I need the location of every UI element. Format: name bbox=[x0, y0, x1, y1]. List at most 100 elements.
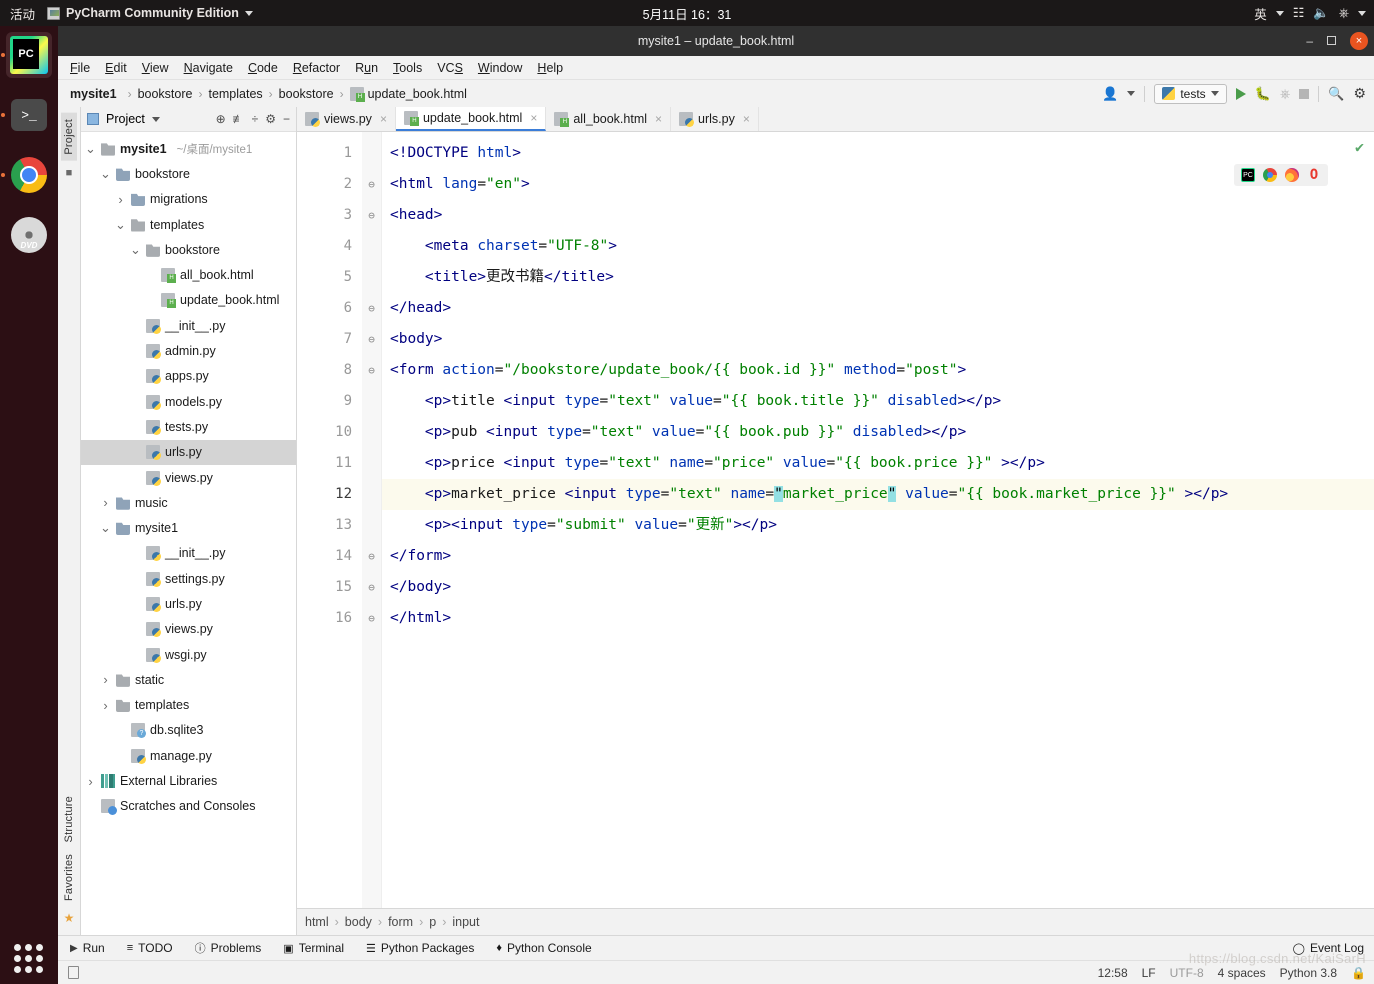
menu-refactor[interactable]: Refactor bbox=[293, 61, 340, 75]
line-separator[interactable]: LF bbox=[1142, 966, 1156, 980]
tree-item-views-py[interactable]: views.py bbox=[81, 465, 296, 490]
run-with-coverage-button[interactable]: ⎈ bbox=[1280, 86, 1290, 102]
chevron-down-icon[interactable] bbox=[151, 116, 160, 122]
settings-gear-icon[interactable]: ⚙ bbox=[1353, 85, 1366, 102]
tree-item-scratches-and-consoles[interactable]: Scratches and Consoles bbox=[81, 794, 296, 819]
run-configuration-selector[interactable]: tests bbox=[1154, 83, 1227, 104]
code-line[interactable]: <p>pub <input type="text" value="{{ book… bbox=[382, 417, 1374, 448]
code-line[interactable]: <form action="/bookstore/update_book/{{ … bbox=[382, 355, 1374, 386]
stop-button[interactable] bbox=[1299, 88, 1310, 99]
dock-item-chrome[interactable] bbox=[1, 152, 52, 198]
tree-item-db-sqlite3[interactable]: db.sqlite3 bbox=[81, 718, 296, 743]
chrome-icon[interactable] bbox=[1263, 168, 1277, 182]
firefox-icon[interactable] bbox=[1285, 168, 1299, 182]
locate-icon[interactable]: ⊕ bbox=[216, 112, 226, 126]
editor-breadcrumb-item-body[interactable]: body bbox=[345, 915, 372, 929]
tree-item-urls-py[interactable]: urls.py bbox=[81, 591, 296, 616]
collapse-all-icon[interactable]: ÷ bbox=[252, 112, 259, 126]
tree-item-manage-py[interactable]: manage.py bbox=[81, 743, 296, 768]
tree-item-static[interactable]: › static bbox=[81, 667, 296, 692]
menu-vcs[interactable]: VCS bbox=[437, 61, 463, 75]
pycharm-preview-icon[interactable]: PC bbox=[1241, 168, 1255, 182]
debug-button[interactable]: 🐛 bbox=[1255, 86, 1271, 102]
chevron-down-icon[interactable]: ⌄ bbox=[85, 142, 96, 155]
chevron-right-icon[interactable]: › bbox=[85, 774, 96, 789]
event-log-button[interactable]: ◯ Event Log bbox=[1293, 941, 1364, 955]
fold-gutter[interactable]: ⊖ ⊖ ⊖ ⊖ ⊖ ⊖ ⊖ ⊖ bbox=[362, 132, 382, 908]
fold-toggle-icon[interactable]: ⊖ bbox=[362, 541, 381, 572]
code-line[interactable]: <p>price <input type="text" name="price"… bbox=[382, 448, 1374, 479]
menu-window[interactable]: Window bbox=[478, 61, 522, 75]
dock-item-terminal[interactable]: >_ bbox=[1, 92, 52, 138]
opera-icon[interactable]: O bbox=[1307, 168, 1321, 182]
breadcrumb-item-mysite1[interactable]: mysite1 bbox=[70, 87, 117, 101]
chevron-right-icon[interactable]: › bbox=[100, 672, 111, 687]
editor-breadcrumb-item-input[interactable]: input bbox=[452, 915, 479, 929]
code-text-area[interactable]: <!DOCTYPE html> <html lang="en"> <head> <m… bbox=[382, 132, 1374, 908]
menu-help[interactable]: Help bbox=[537, 61, 563, 75]
close-icon[interactable]: × bbox=[743, 112, 750, 126]
fold-toggle-icon[interactable]: ⊖ bbox=[362, 324, 381, 355]
clock[interactable]: 5月11日 16：31 bbox=[0, 4, 1374, 23]
tree-item-bookstore[interactable]: ⌄ bookstore bbox=[81, 237, 296, 262]
code-line[interactable]: </head> bbox=[382, 293, 1374, 324]
project-tree[interactable]: ⌄ mysite1 ~/桌面/mysite1 ⌄ bookstore › migration… bbox=[81, 132, 296, 935]
editor-breadcrumb-item-p[interactable]: p bbox=[429, 915, 436, 929]
menu-file[interactable]: File bbox=[70, 61, 90, 75]
chevron-down-icon[interactable]: ⌄ bbox=[130, 243, 141, 256]
code-line[interactable]: <!DOCTYPE html> bbox=[382, 138, 1374, 169]
tree-item-templates[interactable]: ⌄ templates bbox=[81, 212, 296, 237]
close-button[interactable]: × bbox=[1350, 32, 1368, 50]
breadcrumb-item-templates[interactable]: templates bbox=[208, 87, 262, 101]
code-line[interactable]: </html> bbox=[382, 603, 1374, 634]
editor-tab-urls-py[interactable]: urls.py × bbox=[671, 107, 759, 131]
file-encoding[interactable]: UTF-8 bbox=[1170, 966, 1204, 980]
python-interpreter[interactable]: Python 3.8 bbox=[1280, 966, 1337, 980]
tool-window-python-packages[interactable]: ☰ Python Packages bbox=[366, 941, 474, 955]
volume-icon[interactable]: 🔈 bbox=[1313, 5, 1329, 21]
minimize-button[interactable]: – bbox=[1306, 34, 1313, 48]
menu-code[interactable]: Code bbox=[248, 61, 278, 75]
fold-toggle-icon[interactable]: ⊖ bbox=[362, 169, 381, 200]
run-button[interactable] bbox=[1235, 87, 1246, 100]
breadcrumb-item-bookstore[interactable]: bookstore bbox=[279, 87, 334, 101]
menu-navigate[interactable]: Navigate bbox=[184, 61, 233, 75]
menu-run[interactable]: Run bbox=[355, 61, 378, 75]
tree-item-templates[interactable]: › templates bbox=[81, 693, 296, 718]
tray-chevron-down-icon[interactable] bbox=[1358, 10, 1366, 16]
chevron-down-icon[interactable]: ⌄ bbox=[115, 218, 126, 231]
editor-breadcrumb-item-html[interactable]: html bbox=[305, 915, 329, 929]
fold-toggle-icon[interactable]: ⊖ bbox=[362, 293, 381, 324]
tree-item-models-py[interactable]: models.py bbox=[81, 389, 296, 414]
tree-item-urls-py[interactable]: urls.py bbox=[81, 439, 296, 465]
close-icon[interactable]: × bbox=[380, 112, 387, 126]
fold-toggle-icon[interactable]: ⊖ bbox=[362, 355, 381, 386]
tree-item-all-book-html[interactable]: all_book.html bbox=[81, 262, 296, 287]
tool-window-problems[interactable]: ⓘ Problems bbox=[195, 940, 262, 956]
code-line[interactable]: <meta charset="UTF-8"> bbox=[382, 231, 1374, 262]
fold-toggle-icon[interactable]: ⊖ bbox=[362, 200, 381, 231]
tree-item---init---py[interactable]: __init__.py bbox=[81, 541, 296, 566]
fold-toggle-icon[interactable]: ⊖ bbox=[362, 572, 381, 603]
input-method-label[interactable]: 英 bbox=[1254, 4, 1267, 23]
tree-item-apps-py[interactable]: apps.py bbox=[81, 364, 296, 389]
chevron-down-icon[interactable]: ⌄ bbox=[100, 167, 111, 180]
tree-item-update-book-html[interactable]: update_book.html bbox=[81, 288, 296, 313]
search-everywhere-icon[interactable]: 🔍 bbox=[1328, 86, 1344, 102]
code-line[interactable]: <title>更改书籍</title> bbox=[382, 262, 1374, 293]
tool-window-tab-project[interactable]: Project bbox=[61, 113, 77, 161]
inspection-status-icon[interactable]: ✔ bbox=[1355, 138, 1364, 156]
tree-item-views-py[interactable]: views.py bbox=[81, 617, 296, 642]
close-icon[interactable]: × bbox=[530, 111, 537, 125]
indent-setting[interactable]: 4 spaces bbox=[1218, 966, 1266, 980]
tool-window-tab-structure[interactable]: Structure bbox=[61, 790, 77, 848]
code-line[interactable]: <head> bbox=[382, 200, 1374, 231]
tree-item-settings-py[interactable]: settings.py bbox=[81, 566, 296, 591]
code-line[interactable]: <p>title <input type="text" value="{{ bo… bbox=[382, 386, 1374, 417]
tree-item-external-libraries[interactable]: › External Libraries bbox=[81, 768, 296, 793]
code-line[interactable]: <p><input type="submit" value="更新"></p> bbox=[382, 510, 1374, 541]
tool-window-tab-favorites[interactable]: Favorites bbox=[61, 848, 77, 907]
close-icon[interactable]: × bbox=[655, 112, 662, 126]
tool-window-run[interactable]: ▶ Run bbox=[70, 941, 105, 955]
power-icon[interactable]: ⎈ bbox=[1339, 5, 1349, 21]
